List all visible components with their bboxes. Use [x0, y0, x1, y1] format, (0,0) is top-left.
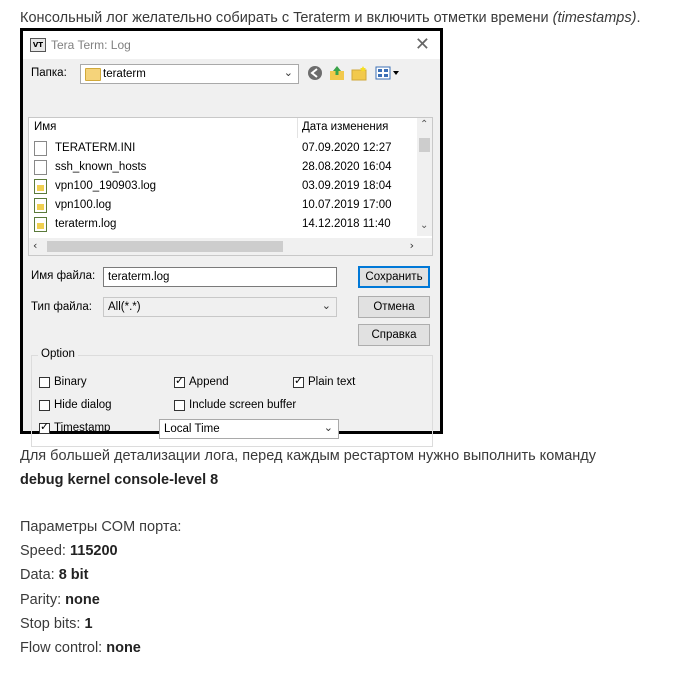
check-icon: ✓ [175, 374, 185, 387]
param-value: 8 bit [58, 567, 89, 583]
file-row[interactable]: TERATERM.INI 07.09.2020 12:27 [29, 140, 419, 159]
horizontal-scrollbar[interactable]: ‹ › [29, 238, 432, 255]
column-name[interactable]: Имя [34, 121, 56, 133]
ini-file-icon [34, 141, 47, 156]
chevron-down-icon: ⌄ [323, 421, 333, 434]
file-date: 07.09.2020 12:27 [302, 142, 392, 154]
param-stop-bits: Stop bits: 1 [20, 616, 93, 632]
plain-text-checkbox[interactable]: ✓ [293, 374, 304, 388]
chevron-down-icon: ⌄ [283, 66, 293, 79]
file-icon [34, 160, 47, 175]
param-parity: Parity: none [20, 592, 100, 608]
scroll-up-icon[interactable]: ⌃ [420, 119, 428, 130]
include-screen-buffer-checkbox[interactable] [174, 400, 185, 411]
hide-dialog-checkbox[interactable] [39, 400, 50, 411]
intro-main: Консольный лог желательно собирать с Ter… [20, 10, 553, 26]
command-text: debug kernel console-level 8 [20, 472, 218, 488]
com-heading: Параметры COM порта: [20, 519, 182, 535]
param-value: none [65, 592, 100, 608]
append-label[interactable]: Append [189, 376, 229, 388]
option-group-title: Option [38, 348, 78, 360]
param-value: none [106, 640, 141, 656]
column-date[interactable]: Дата изменения [302, 121, 388, 133]
check-icon: ✓ [40, 420, 50, 433]
file-name: TERATERM.INI [55, 142, 136, 154]
file-row[interactable]: vpn100.log 10.07.2019 17:00 [29, 197, 419, 216]
dialog-body: Папка: teraterm ⌄ Имя Дата изменения TER… [23, 59, 440, 447]
folder-label: Папка: [31, 67, 67, 79]
filetype-label: Тип файла: [31, 301, 92, 313]
timestamp-label[interactable]: Timestamp [54, 422, 110, 434]
param-label: Flow control: [20, 640, 107, 656]
view-menu-icon[interactable] [374, 65, 402, 83]
scroll-left-icon[interactable]: ‹ [33, 239, 37, 252]
time-mode-select[interactable]: Local Time ⌄ [159, 419, 339, 439]
param-label: Data: [20, 567, 59, 583]
dialog-titlebar: VT Tera Term: Log ✕ [23, 31, 440, 59]
scroll-right-icon[interactable]: › [410, 239, 414, 252]
teraterm-app-icon: VT [30, 38, 46, 52]
detail-paragraph: Для большей детализации лога, перед кажд… [20, 448, 597, 464]
file-name: ssh_known_hosts [55, 161, 147, 173]
param-label: Stop bits: [20, 616, 85, 632]
file-date: 14.12.2018 11:40 [302, 218, 391, 230]
param-value: 1 [84, 616, 93, 632]
include-screen-buffer-label[interactable]: Include screen buffer [189, 399, 296, 411]
hide-dialog-label[interactable]: Hide dialog [54, 399, 112, 411]
scroll-down-icon[interactable]: ⌄ [420, 220, 428, 231]
vertical-scrollbar[interactable]: ⌃ ⌄ [417, 118, 432, 236]
timestamp-checkbox[interactable]: ✓ [39, 420, 50, 434]
binary-checkbox[interactable] [39, 377, 50, 388]
filename-input[interactable]: teraterm.log [103, 267, 337, 287]
help-button[interactable]: Справка [358, 324, 430, 346]
intro-italic: (timestamps) [552, 10, 637, 26]
append-checkbox[interactable]: ✓ [174, 374, 185, 388]
command-bold: debug kernel console-level 8 [20, 472, 219, 488]
file-date: 10.07.2019 17:00 [302, 199, 392, 211]
file-date: 03.09.2019 18:04 [302, 180, 392, 192]
binary-label[interactable]: Binary [54, 376, 87, 388]
file-name: vpn100.log [55, 199, 112, 211]
log-file-icon [34, 217, 47, 232]
tera-term-log-dialog: VT Tera Term: Log ✕ Папка: teraterm ⌄ Им… [20, 28, 443, 447]
cancel-button[interactable]: Отмена [358, 296, 430, 318]
file-name: vpn100_190903.log [55, 180, 157, 192]
file-row[interactable]: ssh_known_hosts 28.08.2020 16:04 [29, 159, 419, 178]
intro-end: . [636, 10, 641, 26]
file-row[interactable]: vpn100_190903.log 03.09.2019 18:04 [29, 178, 419, 197]
file-list[interactable]: Имя Дата изменения TERATERM.INI 07.09.20… [28, 117, 433, 256]
vertical-scroll-thumb[interactable] [419, 138, 430, 152]
param-value: 115200 [70, 543, 118, 559]
file-row[interactable]: teraterm.log 14.12.2018 11:40 [29, 216, 419, 235]
folder-value: teraterm [103, 68, 146, 80]
filename-value: teraterm.log [108, 271, 170, 283]
filetype-value: All(*.*) [108, 301, 141, 313]
folder-select[interactable]: teraterm ⌄ [80, 64, 299, 84]
new-folder-icon[interactable] [350, 65, 368, 83]
file-name: teraterm.log [55, 218, 117, 230]
param-label: Speed: [20, 543, 70, 559]
column-divider[interactable] [297, 118, 298, 138]
close-icon[interactable]: ✕ [415, 34, 430, 55]
filetype-select[interactable]: All(*.*) ⌄ [103, 297, 337, 317]
param-label: Parity: [20, 592, 66, 608]
param-flow-control: Flow control: none [20, 640, 141, 656]
param-speed: Speed: 115200 [20, 543, 118, 559]
intro-text: Консольный лог желательно собирать с Ter… [20, 10, 640, 26]
folder-icon [85, 68, 101, 81]
back-icon[interactable] [306, 65, 324, 83]
log-file-icon [34, 198, 47, 213]
dialog-title: Tera Term: Log [51, 38, 131, 52]
horizontal-scroll-thumb[interactable] [47, 241, 283, 252]
chevron-down-icon: ⌄ [321, 299, 331, 312]
save-button[interactable]: Сохранить [358, 266, 430, 288]
up-folder-icon[interactable] [328, 65, 346, 83]
log-file-icon [34, 179, 47, 194]
plain-text-label[interactable]: Plain text [308, 376, 355, 388]
check-icon: ✓ [294, 374, 304, 387]
filename-label: Имя файла: [31, 270, 96, 282]
param-data: Data: 8 bit [20, 567, 89, 583]
time-mode-value: Local Time [164, 423, 220, 435]
file-date: 28.08.2020 16:04 [302, 161, 392, 173]
